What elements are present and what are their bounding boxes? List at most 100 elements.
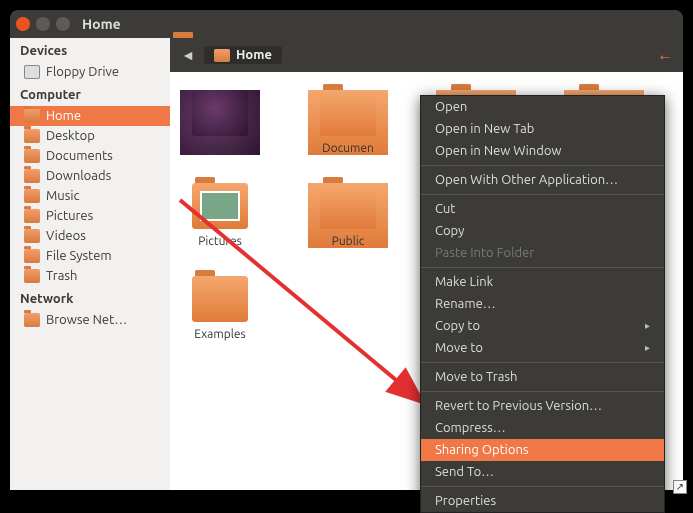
folder-icon [24, 209, 40, 223]
sidebar-item-label: Pictures [46, 209, 93, 223]
folder-icon [24, 249, 40, 263]
sidebar-item-label: Documents [46, 149, 113, 163]
sidebar-item-label: Floppy Drive [46, 65, 119, 79]
maximize-icon[interactable] [56, 17, 70, 31]
menu-item-6[interactable]: Cut [421, 198, 664, 220]
sidebar-item-computer-0[interactable]: Home [10, 106, 170, 126]
breadcrumb-label: Home [236, 48, 272, 62]
sidebar-header: Network [10, 286, 170, 310]
home-icon [214, 49, 230, 62]
sidebar-header: Computer [10, 82, 170, 106]
menu-item-18[interactable]: Compress… [421, 417, 664, 439]
grid-item-label: Desktop [180, 142, 260, 155]
menu-item-label: Copy [435, 224, 464, 238]
sidebar-item-network-0[interactable]: Browse Net… [10, 310, 170, 330]
folder-icon [24, 65, 40, 79]
grid-item-4[interactable]: Pictures [180, 183, 260, 248]
menu-item-label: Move to [435, 341, 483, 355]
menu-item-label: Copy to [435, 319, 480, 333]
grid-item-1[interactable]: Documen [308, 90, 388, 155]
menu-item-label: Paste Into Folder [435, 246, 534, 260]
menu-item-13[interactable]: Move to [421, 337, 664, 359]
sidebar-item-computer-4[interactable]: Music [10, 186, 170, 206]
menu-item-label: Send To… [435, 465, 494, 479]
sidebar-item-computer-1[interactable]: Desktop [10, 126, 170, 146]
folder-icon [24, 169, 40, 183]
window-title: Home [82, 16, 121, 32]
grid-item-label: Examples [180, 328, 260, 341]
menu-item-17[interactable]: Revert to Previous Version… [421, 395, 664, 417]
folder-icon [192, 276, 248, 322]
menu-item-label: Open in New Tab [435, 122, 534, 136]
menu-item-label: Open in New Window [435, 144, 562, 158]
folder-icon [192, 183, 248, 229]
grid-item-label: Pictures [180, 235, 260, 248]
menu-separator [421, 486, 664, 487]
close-icon[interactable] [16, 17, 30, 31]
sidebar-item-computer-5[interactable]: Pictures [10, 206, 170, 226]
sidebar-item-label: Browse Net… [46, 313, 127, 327]
breadcrumb[interactable]: Home [204, 46, 282, 64]
menu-item-8: Paste Into Folder [421, 242, 664, 264]
sidebar-header: Devices [10, 38, 170, 62]
menu-item-label: Compress… [435, 421, 506, 435]
folder-icon [24, 269, 40, 283]
grid-item-label: Public [308, 235, 388, 248]
sidebar-item-computer-2[interactable]: Documents [10, 146, 170, 166]
menu-item-19[interactable]: Sharing Options [421, 439, 664, 461]
menu-item-4[interactable]: Open With Other Application… [421, 169, 664, 191]
sidebar-item-label: Trash [46, 269, 77, 283]
menu-item-2[interactable]: Open in New Window [421, 140, 664, 162]
menu-item-label: Properties [435, 494, 496, 508]
grid-item-0[interactable]: Desktop [180, 90, 260, 155]
sidebar-item-label: File System [46, 249, 112, 263]
menu-item-15[interactable]: Move to Trash [421, 366, 664, 388]
sidebar: Devices Floppy Drive ComputerHome Desktop Do… [10, 38, 170, 490]
folder-icon [24, 129, 40, 143]
grid-item-8[interactable]: Examples [180, 276, 260, 341]
menu-item-label: Make Link [435, 275, 493, 289]
folder-icon [24, 109, 40, 123]
folder-icon [320, 183, 376, 229]
titlebar: Home [10, 10, 683, 38]
sidebar-item-label: Downloads [46, 169, 111, 183]
folder-icon [24, 229, 40, 243]
back-arrow-icon[interactable]: ← [657, 46, 673, 65]
folder-icon [24, 189, 40, 203]
sidebar-item-label: Desktop [46, 129, 95, 143]
sidebar-item-computer-6[interactable]: Videos [10, 226, 170, 246]
grid-item-label: Documen [308, 142, 388, 155]
sidebar-item-devices-0[interactable]: Floppy Drive [10, 62, 170, 82]
path-back-icon[interactable]: ◄ [180, 47, 196, 63]
menu-item-label: Cut [435, 202, 455, 216]
desktop-icon [192, 90, 248, 136]
menu-item-label: Revert to Previous Version… [435, 399, 602, 413]
sidebar-item-computer-3[interactable]: Downloads [10, 166, 170, 186]
menu-item-label: Open With Other Application… [435, 173, 618, 187]
sidebar-item-computer-7[interactable]: File System [10, 246, 170, 266]
menu-item-7[interactable]: Copy [421, 220, 664, 242]
sidebar-item-computer-8[interactable]: Trash [10, 266, 170, 286]
menu-item-11[interactable]: Rename… [421, 293, 664, 315]
menu-item-label: Sharing Options [435, 443, 529, 457]
folder-icon [24, 313, 40, 327]
sidebar-item-label: Music [46, 189, 80, 203]
folder-icon [24, 149, 40, 163]
menu-separator [421, 165, 664, 166]
menu-item-0[interactable]: Open [421, 96, 664, 118]
minimize-icon[interactable] [36, 17, 50, 31]
menu-item-10[interactable]: Make Link [421, 271, 664, 293]
menu-separator [421, 391, 664, 392]
menu-item-label: Move to Trash [435, 370, 517, 384]
sidebar-item-label: Videos [46, 229, 86, 243]
menu-item-1[interactable]: Open in New Tab [421, 118, 664, 140]
menu-item-label: Open [435, 100, 467, 114]
menu-item-22[interactable]: Properties [421, 490, 664, 512]
context-menu: Open Open in New Tab Open in New Window Ope… [420, 95, 665, 513]
menu-item-20[interactable]: Send To… [421, 461, 664, 483]
menu-separator [421, 267, 664, 268]
menu-item-label: Rename… [435, 297, 496, 311]
grid-item-5[interactable]: Public [308, 183, 388, 248]
menu-separator [421, 362, 664, 363]
menu-item-12[interactable]: Copy to [421, 315, 664, 337]
